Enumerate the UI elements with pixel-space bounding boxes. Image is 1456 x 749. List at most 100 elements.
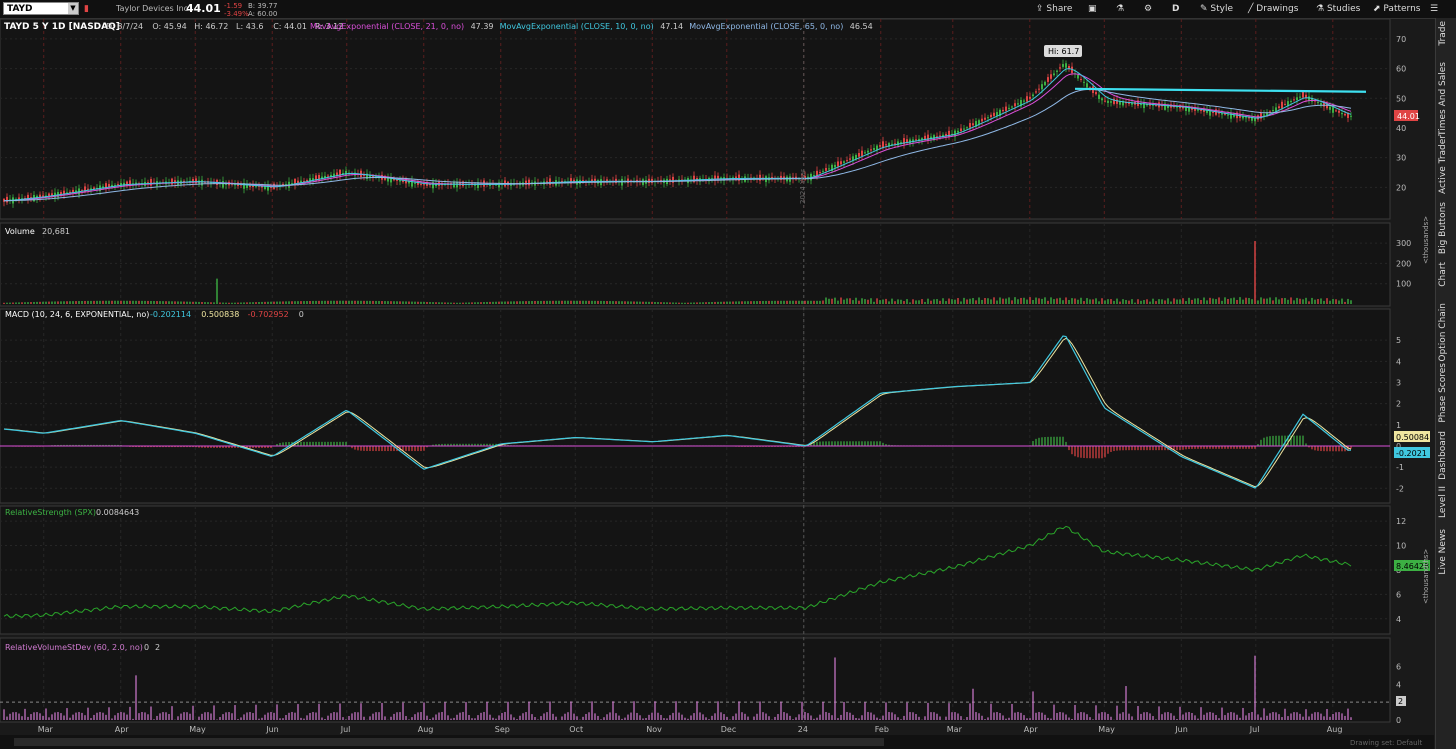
rvol-bar bbox=[636, 712, 638, 720]
rvol-bar bbox=[243, 714, 245, 720]
volume-bar bbox=[933, 299, 935, 304]
volume-bar bbox=[297, 301, 299, 304]
chevron-down-icon[interactable]: ▼ bbox=[68, 3, 78, 14]
share-button[interactable]: ⇪ Share bbox=[1036, 0, 1072, 18]
rvol-bar bbox=[1224, 715, 1226, 720]
sidebar-tab-times-and-sales[interactable]: Times And Sales bbox=[1438, 62, 1454, 136]
macd-value: 0 bbox=[299, 310, 304, 319]
rvol-bar bbox=[915, 713, 917, 720]
volume-bar bbox=[210, 302, 212, 304]
rvol-bar bbox=[633, 701, 635, 720]
x-axis-label: Aug bbox=[1327, 725, 1343, 734]
candle-body bbox=[1056, 70, 1058, 72]
volume-bar bbox=[423, 301, 425, 304]
candle-body bbox=[915, 139, 917, 141]
rvol-value-0: 0 bbox=[144, 643, 149, 652]
sidebar-tab-chart[interactable]: Chart bbox=[1438, 262, 1454, 287]
volume-bar bbox=[120, 300, 122, 304]
price-tick: 50 bbox=[1396, 94, 1406, 103]
rvol-bar bbox=[906, 702, 908, 720]
volume-bar bbox=[270, 301, 272, 304]
volume-bar bbox=[186, 301, 188, 304]
candle-body bbox=[1014, 103, 1016, 107]
sidebar-tab-trade[interactable]: Trade bbox=[1438, 21, 1454, 46]
study-label[interactable]: MovAvgExponential (CLOSE, 21, 0, no) bbox=[310, 22, 464, 31]
volume-bar bbox=[1101, 298, 1103, 304]
volume-bar bbox=[492, 301, 494, 304]
rvol-bar bbox=[1182, 714, 1184, 720]
rvol-bar bbox=[480, 712, 482, 720]
rvol-bar bbox=[1206, 712, 1208, 720]
sidebar-tab-active-trader[interactable]: Active Trader bbox=[1438, 135, 1454, 194]
rvol-bar bbox=[1227, 712, 1229, 720]
rs-unit: <thousandths> bbox=[1422, 549, 1430, 604]
volume-bar bbox=[1050, 297, 1052, 304]
macd-tick: 5 bbox=[1396, 336, 1401, 345]
gear-icon[interactable]: ⚙ bbox=[1144, 0, 1152, 18]
macd-histogram-bar bbox=[1275, 435, 1277, 446]
rvol-bar bbox=[708, 719, 710, 720]
volume-bar bbox=[504, 301, 506, 304]
candle-body bbox=[972, 123, 974, 126]
candle-body bbox=[846, 160, 848, 162]
alert-flag-icon[interactable]: ▮ bbox=[84, 0, 89, 18]
rvol-bar bbox=[753, 716, 755, 720]
sidebar-tab-option-chain[interactable]: Option Chain bbox=[1438, 303, 1454, 362]
volume-bar bbox=[519, 301, 521, 304]
candle-body bbox=[1329, 106, 1331, 110]
rvol-bar bbox=[171, 706, 173, 720]
aggregation-button[interactable]: D bbox=[1172, 0, 1179, 18]
style-button[interactable]: ✎ Style bbox=[1200, 0, 1233, 18]
study-label[interactable]: MovAvgExponential (CLOSE, 65, 0, no) bbox=[689, 22, 843, 31]
symbol-input[interactable]: TAYD ▼ bbox=[3, 2, 79, 15]
volume-bar bbox=[1068, 300, 1070, 304]
chart-area[interactable]: 706050403020 300200100 543210-1-2 121086… bbox=[0, 19, 1434, 749]
flask-icon[interactable]: ⚗ bbox=[1116, 0, 1124, 18]
rvol-bar bbox=[192, 705, 194, 720]
chart-settings-icon[interactable]: ▣ bbox=[1088, 0, 1097, 18]
rvol-bar bbox=[876, 717, 878, 720]
volume-bar bbox=[75, 301, 77, 304]
volume-bar bbox=[429, 302, 431, 304]
volume-bar bbox=[1167, 298, 1169, 304]
rvol-bar bbox=[306, 715, 308, 720]
studies-button[interactable]: ⚗ Studies bbox=[1316, 0, 1360, 18]
volume-bar bbox=[786, 300, 788, 304]
volume-bar bbox=[255, 302, 257, 304]
rvol-bar bbox=[1065, 714, 1067, 720]
rs-tick: 6 bbox=[1396, 590, 1401, 599]
rvol-bar bbox=[1260, 717, 1262, 720]
patterns-button[interactable]: ⬈ Patterns bbox=[1373, 0, 1420, 18]
sidebar-tab-level-ii[interactable]: Level II bbox=[1438, 486, 1454, 518]
macd-value-label: -0.2021 bbox=[1396, 449, 1427, 458]
horizontal-scrollbar[interactable] bbox=[14, 738, 884, 746]
rvol-bar bbox=[147, 714, 149, 720]
rvol-bar bbox=[378, 712, 380, 720]
macd-histogram-bar bbox=[327, 441, 329, 446]
rvol-bar bbox=[714, 713, 716, 720]
sidebar-tab-phase-scores[interactable]: Phase Scores bbox=[1438, 363, 1454, 423]
volume-bar bbox=[1296, 297, 1298, 304]
candle-body bbox=[1065, 63, 1067, 68]
rvol-bar bbox=[858, 718, 860, 720]
volume-bar bbox=[579, 300, 581, 304]
rvol-bar bbox=[885, 702, 887, 720]
rvol-bar bbox=[237, 719, 239, 720]
study-label[interactable]: MovAvgExponential (CLOSE, 10, 0, no) bbox=[500, 22, 654, 31]
rvol-bar bbox=[552, 713, 554, 720]
sidebar-tab-live-news[interactable]: Live News bbox=[1438, 529, 1454, 575]
drawings-button[interactable]: ╱ Drawings bbox=[1248, 0, 1298, 18]
rvol-bar bbox=[537, 719, 539, 720]
menu-icon[interactable]: ☰ bbox=[1430, 0, 1438, 18]
volume-bar bbox=[1032, 300, 1034, 304]
sidebar-tab-big-buttons[interactable]: Big Buttons bbox=[1438, 202, 1454, 254]
sidebar-tab-dashboard[interactable]: Dashboard bbox=[1438, 431, 1454, 480]
rvol-bar bbox=[627, 714, 629, 720]
volume-bar bbox=[246, 302, 248, 304]
macd-histogram-bar bbox=[1293, 435, 1295, 446]
rvol-bar bbox=[654, 701, 656, 720]
volume-bar bbox=[1284, 297, 1286, 304]
macd-histogram-bar bbox=[1074, 445, 1076, 457]
volume-bar bbox=[150, 300, 152, 304]
x-axis-label: Jun bbox=[1174, 725, 1188, 734]
